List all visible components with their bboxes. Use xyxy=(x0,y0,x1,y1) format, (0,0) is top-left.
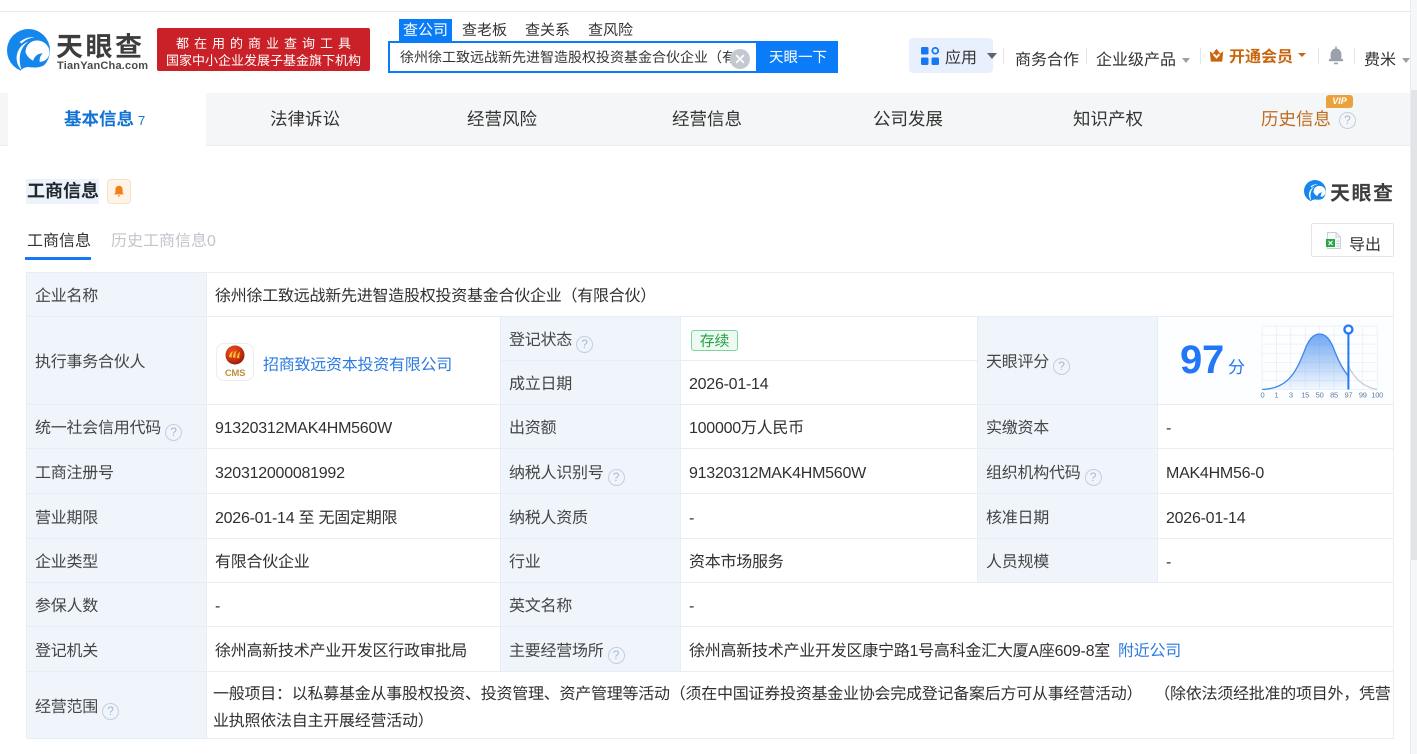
svg-text:85: 85 xyxy=(1330,391,1338,400)
svg-text:3: 3 xyxy=(1289,391,1293,400)
svg-text:15: 15 xyxy=(1301,391,1309,400)
svg-text:99: 99 xyxy=(1359,391,1367,400)
svg-text:50: 50 xyxy=(1316,391,1324,400)
svg-text:CMS: CMS xyxy=(225,368,245,379)
svg-text:100: 100 xyxy=(1371,391,1383,400)
svg-text:0: 0 xyxy=(1261,391,1265,400)
svg-text:97: 97 xyxy=(1344,391,1352,400)
svg-text:1: 1 xyxy=(1274,391,1278,400)
